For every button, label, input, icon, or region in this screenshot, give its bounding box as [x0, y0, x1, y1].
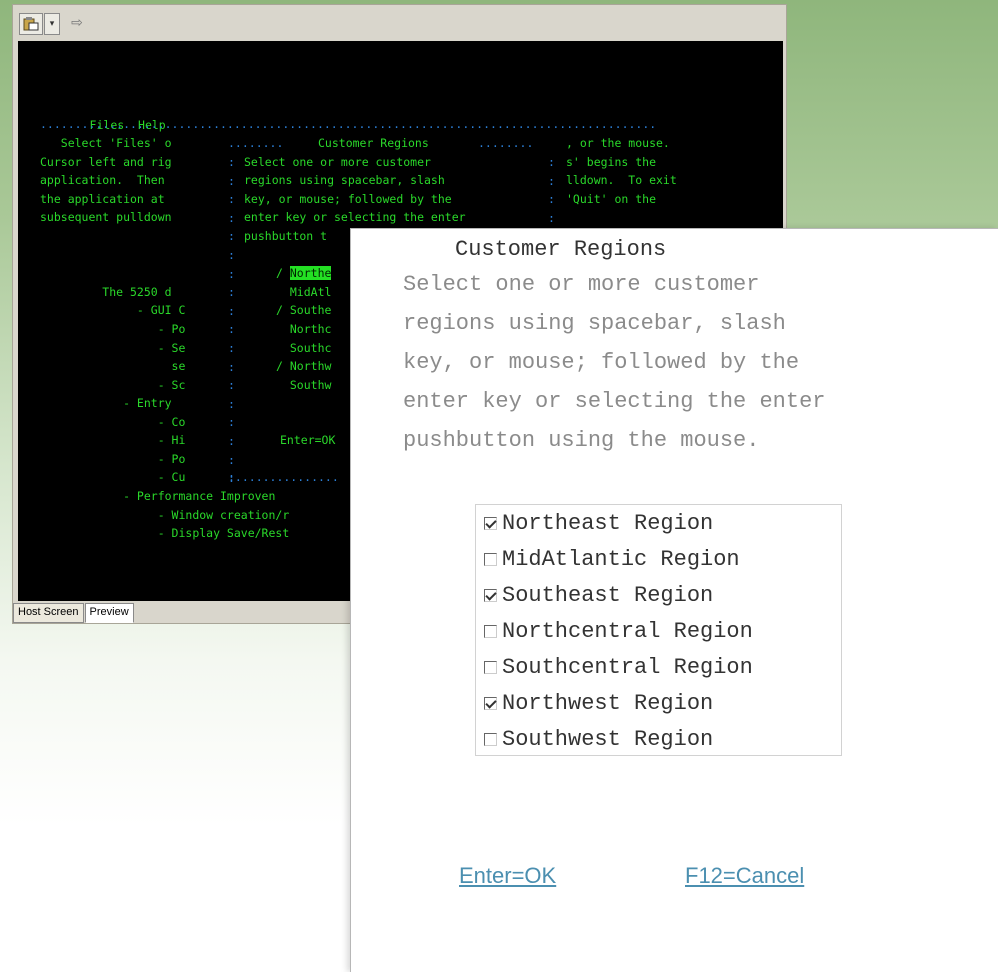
terminal-enter-key[interactable]: Enter=OK — [280, 431, 335, 450]
checkbox[interactable] — [484, 588, 497, 602]
instruction-text: enter key or selecting the enter — [403, 389, 826, 414]
tab-preview[interactable]: Preview — [84, 603, 134, 623]
region-southeast[interactable]: Southeast Region — [484, 581, 713, 609]
terminal-region-row[interactable]: / Southe — [276, 301, 331, 320]
terminal-text: - Entry — [40, 396, 172, 410]
terminal-text: - GUI C — [40, 303, 186, 317]
checkbox[interactable] — [484, 696, 497, 710]
region-northcentral[interactable]: Northcentral Region — [484, 617, 753, 645]
terminal-text: Cursor left and rig — [40, 155, 172, 169]
region-northeast[interactable]: Northeast Region — [484, 509, 713, 537]
terminal-text: The 5250 d — [40, 285, 172, 299]
terminal-text: - Sc — [40, 378, 186, 392]
region-checkbox-list: Northeast Region MidAtlantic Region Sout… — [475, 504, 842, 756]
terminal-text: - Cu — [40, 470, 186, 484]
instruction-text: Select one or more customer — [403, 272, 760, 297]
separator: ........ — [478, 136, 534, 150]
terminal-dialog-text: pushbutton t — [244, 229, 328, 243]
terminal-text: - Se — [40, 341, 186, 355]
terminal-dialog-title: Customer Regions — [318, 136, 429, 150]
terminal-dialog-text: enter key or selecting the enter — [244, 210, 466, 224]
terminal-text: - Display Save/Rest — [40, 526, 290, 540]
terminal-region-row[interactable]: MidAtl — [276, 283, 332, 302]
terminal-text: application. Then — [40, 173, 165, 187]
terminal-text: lldown. To exit — [566, 173, 677, 187]
instruction-text: pushbutton using the mouse. — [403, 428, 760, 453]
terminal-dialog-text: key, or mouse; followed by the — [244, 192, 452, 206]
terminal-text: the application at — [40, 192, 165, 206]
terminal-text: - Hi — [40, 433, 186, 447]
terminal-text: s' begins the — [566, 155, 657, 169]
terminal-text: Select 'Files' o — [40, 136, 172, 150]
export-icon[interactable]: ⇨ — [67, 13, 87, 33]
tab-bar: Host Screen Preview — [13, 603, 135, 623]
toolbar: ▾ ⇨ — [13, 5, 786, 41]
chevron-down-icon[interactable]: ▾ — [44, 13, 60, 35]
instruction-text: key, or mouse; followed by the — [403, 350, 800, 375]
checkbox[interactable] — [484, 516, 497, 530]
region-midatlantic[interactable]: MidAtlantic Region — [484, 545, 740, 573]
ok-button[interactable]: Enter=OK — [459, 863, 556, 889]
terminal-text: - Po — [40, 452, 186, 466]
cancel-button[interactable]: F12=Cancel — [685, 863, 804, 889]
terminal-text: - Po — [40, 322, 186, 336]
dialog-border-left: :::::::::::::::::: — [228, 155, 235, 486]
terminal-region-row[interactable]: Southc — [276, 339, 332, 358]
separator: ........ — [228, 136, 284, 150]
terminal-region-row[interactable]: / Northe — [276, 264, 332, 283]
checkbox[interactable] — [484, 732, 497, 746]
terminal-region-row[interactable]: / Northw — [276, 357, 331, 376]
separator: ........................................… — [40, 117, 657, 131]
terminal-text: - Performance Improven — [40, 489, 276, 503]
instruction-text: regions using spacebar, slash — [403, 311, 786, 336]
tab-host-screen[interactable]: Host Screen — [13, 603, 84, 623]
terminal-text: , or the mouse. — [566, 136, 670, 150]
region-southwest[interactable]: Southwest Region — [484, 725, 713, 753]
paste-icon[interactable] — [19, 13, 43, 35]
preview-dialog: Customer Regions Select one or more cust… — [350, 228, 998, 972]
dialog-title: Customer Regions — [455, 237, 667, 262]
region-northwest[interactable]: Northwest Region — [484, 689, 713, 717]
terminal-dialog-text: Select one or more customer — [244, 155, 431, 169]
terminal-text: - Co — [40, 415, 186, 429]
terminal-text: subsequent pulldown — [40, 210, 172, 224]
terminal-text: - Window creation/r — [40, 508, 290, 522]
checkbox[interactable] — [484, 624, 497, 638]
terminal-text: se — [40, 359, 186, 373]
terminal-dialog-text: regions using spacebar, slash — [244, 173, 445, 187]
terminal-region-row[interactable]: Northc — [276, 320, 332, 339]
checkbox[interactable] — [484, 660, 497, 674]
region-southcentral[interactable]: Southcentral Region — [484, 653, 753, 681]
terminal-text: 'Quit' on the — [566, 192, 657, 206]
checkbox[interactable] — [484, 552, 497, 566]
separator: :............... — [228, 470, 339, 484]
terminal-region-row[interactable]: Southw — [276, 376, 332, 395]
